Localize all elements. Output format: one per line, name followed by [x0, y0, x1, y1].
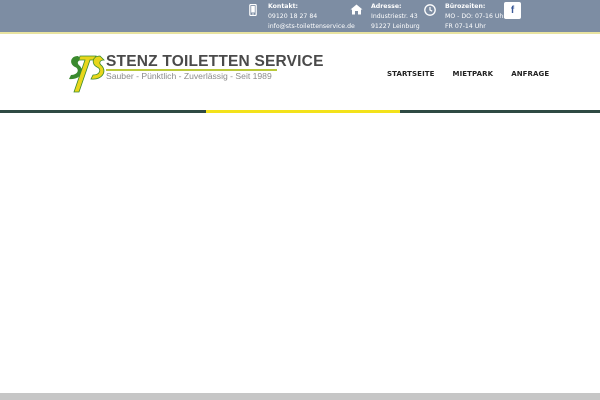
contact-phone[interactable]: 09120 18 27 84: [268, 12, 355, 22]
logo-subtitle: Sauber - Pünktlich - Zuverlässig - Seit …: [106, 71, 272, 81]
header-accent-highlight: [206, 110, 400, 113]
site-logo[interactable]: STENZ TOILETTEN SERVICE Sauber - Pünktli…: [66, 52, 323, 98]
hours-label: Bürozeiten:: [445, 3, 486, 10]
bottom-strip: [0, 393, 600, 400]
site-header: STENZ TOILETTEN SERVICE Sauber - Pünktli…: [0, 36, 600, 110]
hours-line-2: FR 07-14 Uhr: [445, 23, 486, 30]
nav-item-anfrage[interactable]: ANFRAGE: [511, 70, 549, 78]
contact-info: Kontakt: 09120 18 27 84 info@sts-toilett…: [244, 2, 355, 32]
facebook-icon: f: [510, 5, 515, 16]
office-hours-info: Bürozeiten: MO - DO: 07-16 Uhr FR 07-14 …: [421, 2, 506, 32]
address-street: Industriestr. 43: [371, 13, 418, 20]
main-navigation: STARTSEITE MIETPARK ANFRAGE: [387, 70, 567, 78]
address-info: Adresse: Industriestr. 43 91227 Leinburg: [347, 2, 420, 32]
phone-icon: [244, 2, 262, 32]
address-label: Adresse:: [371, 3, 402, 10]
home-icon: [347, 2, 365, 32]
clock-icon: [421, 2, 439, 32]
nav-item-startseite[interactable]: STARTSEITE: [387, 70, 435, 78]
contact-label: Kontakt:: [268, 3, 299, 10]
contact-email[interactable]: info@sts-toilettenservice.de: [268, 22, 355, 32]
facebook-button[interactable]: f: [504, 2, 521, 19]
sts-logo-mark: [69, 55, 105, 93]
nav-item-mietpark[interactable]: MIETPARK: [453, 70, 494, 78]
address-city: 91227 Leinburg: [371, 23, 420, 30]
hours-line-1: MO - DO: 07-16 Uhr: [445, 13, 506, 20]
top-info-bar: Kontakt: 09120 18 27 84 info@sts-toilett…: [0, 0, 600, 34]
